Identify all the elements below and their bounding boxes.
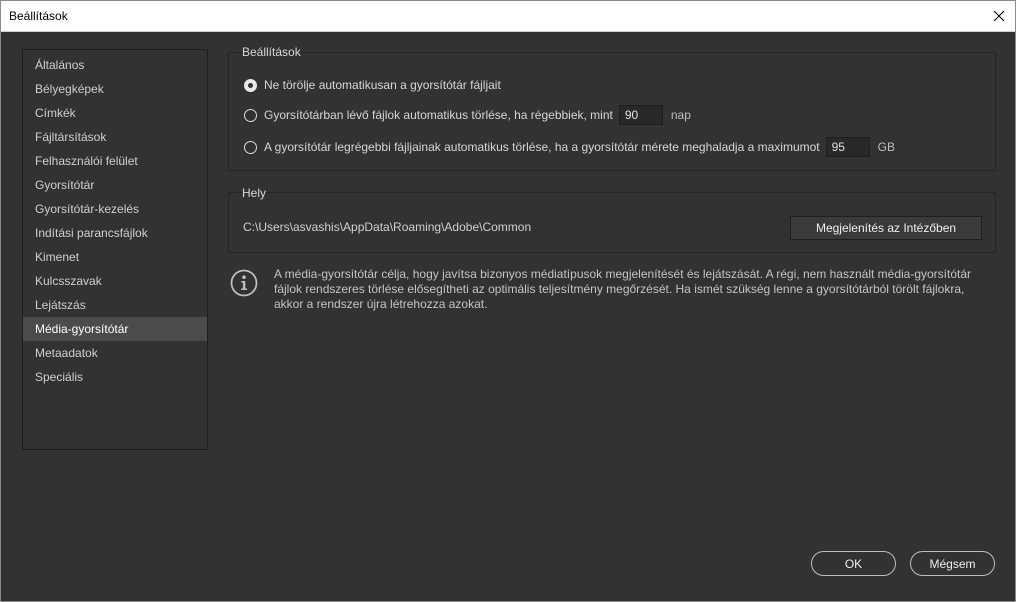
option-delete-older[interactable]: Gyorsítótárban lévő fájlok automatikus t…: [244, 105, 691, 125]
sidebar-item-media-gyorsitotar[interactable]: Média-gyorsítótár: [23, 317, 207, 341]
sidebar-item-gyorsitotar[interactable]: Gyorsítótár: [23, 173, 207, 197]
cache-path: C:\Users\asvashis\AppData\Roaming\Adobe\…: [243, 220, 532, 234]
sidebar-item-kimenet[interactable]: Kimenet: [23, 245, 207, 269]
close-button[interactable]: [983, 1, 1015, 31]
title-bar: Beállítások: [1, 1, 1015, 32]
option-delete-oldest[interactable]: A gyorsítótár legrégebbi fájljainak auto…: [244, 137, 895, 157]
option-no-auto-delete[interactable]: Ne törölje automatikusan a gyorsítótár f…: [244, 75, 501, 95]
settings-group-label: Beállítások: [242, 45, 301, 59]
days-input[interactable]: 90: [618, 105, 663, 125]
sidebar-item-fajltarsitasok[interactable]: Fájltársítások: [23, 125, 207, 149]
window-title: Beállítások: [9, 9, 68, 23]
sidebar-item-kulcsszavak[interactable]: Kulcsszavak: [23, 269, 207, 293]
days-unit: nap: [670, 108, 691, 122]
preferences-window: Beállítások Általános Bélyegképek Címkék…: [0, 0, 1016, 602]
radio-no-auto-delete[interactable]: [244, 78, 257, 92]
close-icon: [993, 10, 1005, 22]
sidebar-item-cimkek[interactable]: Címkék: [23, 101, 207, 125]
cancel-button[interactable]: Mégsem: [910, 551, 995, 576]
size-input[interactable]: 95: [825, 137, 870, 157]
info-icon: [230, 269, 258, 297]
sidebar-item-specialis[interactable]: Speciális: [23, 365, 207, 389]
sidebar-item-belyegkepek[interactable]: Bélyegképek: [23, 77, 207, 101]
ok-button[interactable]: OK: [811, 551, 896, 576]
location-group-label: Hely: [242, 186, 267, 200]
option-delete-older-label: Gyorsítótárban lévő fájlok automatikus t…: [264, 108, 613, 122]
category-list: Általános Bélyegképek Címkék Fájltársítá…: [22, 49, 208, 450]
sidebar-item-inditasi-parancsfajlok[interactable]: Indítási parancsfájlok: [23, 221, 207, 245]
size-unit: GB: [877, 140, 895, 154]
sidebar-item-lejatszas[interactable]: Lejátszás: [23, 293, 207, 317]
sidebar-item-felhasznaloi-felulet[interactable]: Felhasználói felület: [23, 149, 207, 173]
option-no-auto-delete-label: Ne törölje automatikusan a gyorsítótár f…: [264, 78, 501, 92]
radio-delete-oldest[interactable]: [244, 140, 257, 154]
sidebar-item-gyorsitotar-kezeles[interactable]: Gyorsítótár-kezelés: [23, 197, 207, 221]
sidebar-item-altalanos[interactable]: Általános: [23, 53, 207, 77]
sidebar-item-metaadatok[interactable]: Metaadatok: [23, 341, 207, 365]
option-delete-oldest-label: A gyorsítótár legrégebbi fájljainak auto…: [264, 140, 820, 154]
reveal-in-explorer-button[interactable]: Megjelenítés az Intézőben: [790, 216, 982, 240]
radio-delete-older[interactable]: [244, 108, 257, 122]
info-description: A média-gyorsítótár célja, hogy javítsa …: [274, 267, 972, 311]
